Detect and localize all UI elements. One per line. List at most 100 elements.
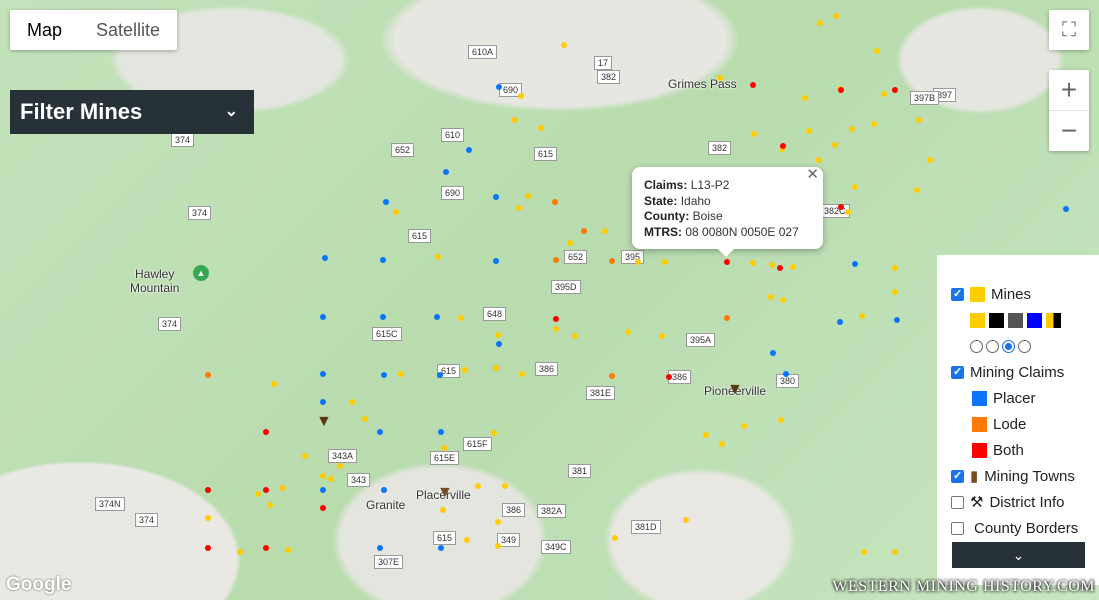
mine-marker[interactable] [320, 399, 326, 405]
map-type-satellite[interactable]: Satellite [79, 10, 177, 50]
mine-marker[interactable] [874, 48, 880, 54]
mine-marker[interactable] [493, 365, 499, 371]
mine-marker[interactable] [495, 332, 501, 338]
mine-marker[interactable] [525, 193, 531, 199]
mine-marker[interactable] [320, 473, 326, 479]
mine-marker[interactable] [635, 259, 641, 265]
mine-marker[interactable] [817, 20, 823, 26]
mine-color-radio-4[interactable] [1018, 339, 1031, 353]
mine-color-radio-2[interactable] [986, 339, 999, 353]
mine-marker[interactable] [892, 289, 898, 295]
mine-marker[interactable] [849, 126, 855, 132]
mine-marker[interactable] [381, 372, 387, 378]
mine-marker[interactable] [724, 259, 730, 265]
mine-marker[interactable] [881, 91, 887, 97]
mine-marker[interactable] [833, 13, 839, 19]
mine-marker[interactable] [892, 265, 898, 271]
mine-marker[interactable] [263, 545, 269, 551]
mine-marker[interactable] [852, 184, 858, 190]
mine-marker[interactable] [612, 535, 618, 541]
mine-marker[interactable] [328, 476, 334, 482]
mine-marker[interactable] [320, 314, 326, 320]
mine-marker[interactable] [838, 204, 844, 210]
mine-marker[interactable] [838, 87, 844, 93]
mine-marker[interactable] [662, 259, 668, 265]
mine-marker[interactable] [769, 262, 775, 268]
claims-checkbox[interactable] [951, 365, 964, 379]
mine-marker[interactable] [518, 93, 524, 99]
mine-marker[interactable] [719, 441, 725, 447]
mine-marker[interactable] [741, 423, 747, 429]
mine-marker[interactable] [435, 254, 441, 260]
mine-marker[interactable] [440, 507, 446, 513]
filter-mines-toggle[interactable]: Filter Mines ⌄ [10, 90, 254, 134]
mine-marker[interactable] [1063, 206, 1069, 212]
mine-marker[interactable] [205, 515, 211, 521]
mine-marker[interactable] [892, 87, 898, 93]
mine-marker[interactable] [516, 205, 522, 211]
mine-marker[interactable] [777, 265, 783, 271]
mine-marker[interactable] [783, 371, 789, 377]
mine-marker[interactable] [683, 517, 689, 523]
mine-marker[interactable] [349, 399, 355, 405]
mine-marker[interactable] [437, 372, 443, 378]
mine-marker[interactable] [491, 430, 497, 436]
mine-marker[interactable] [495, 543, 501, 549]
mine-marker[interactable] [475, 483, 481, 489]
mine-marker[interactable] [916, 117, 922, 123]
mines-checkbox[interactable] [951, 287, 964, 301]
mine-color-radio-3[interactable] [1002, 339, 1015, 353]
mining-town-icon[interactable]: ▼ [437, 484, 453, 502]
mine-marker[interactable] [280, 485, 286, 491]
mine-marker[interactable] [609, 258, 615, 264]
mine-marker[interactable] [802, 95, 808, 101]
mine-marker[interactable] [927, 157, 933, 163]
mine-marker[interactable] [271, 381, 277, 387]
mine-marker[interactable] [561, 42, 567, 48]
mine-marker[interactable] [458, 315, 464, 321]
mine-marker[interactable] [892, 549, 898, 555]
mine-marker[interactable] [625, 329, 631, 335]
mine-marker[interactable] [703, 432, 709, 438]
mine-marker[interactable] [263, 487, 269, 493]
mine-marker[interactable] [780, 297, 786, 303]
mine-marker[interactable] [381, 487, 387, 493]
mine-marker[interactable] [806, 128, 812, 134]
mine-marker[interactable] [751, 131, 757, 137]
mine-marker[interactable] [553, 316, 559, 322]
mine-marker[interactable] [255, 491, 261, 497]
mine-marker[interactable] [914, 187, 920, 193]
mine-marker[interactable] [572, 333, 578, 339]
mine-marker[interactable] [438, 545, 444, 551]
towns-checkbox[interactable] [951, 469, 964, 483]
mine-marker[interactable] [750, 260, 756, 266]
mine-marker[interactable] [894, 317, 900, 323]
mine-marker[interactable] [377, 429, 383, 435]
mine-marker[interactable] [816, 157, 822, 163]
mine-marker[interactable] [659, 333, 665, 339]
mine-marker[interactable] [512, 117, 518, 123]
mine-marker[interactable] [441, 445, 447, 451]
mine-marker[interactable] [495, 519, 501, 525]
legend-expand-button[interactable]: ⌄ [952, 542, 1085, 568]
mine-marker[interactable] [496, 84, 502, 90]
mine-marker[interactable] [778, 417, 784, 423]
mine-marker[interactable] [666, 374, 672, 380]
mine-marker[interactable] [380, 314, 386, 320]
mine-marker[interactable] [837, 319, 843, 325]
mine-marker[interactable] [267, 502, 273, 508]
mine-color-radio-1[interactable] [970, 339, 983, 353]
mine-marker[interactable] [832, 142, 838, 148]
mine-marker[interactable] [205, 545, 211, 551]
mining-town-icon[interactable]: ▼ [316, 413, 332, 431]
mine-marker[interactable] [322, 255, 328, 261]
mine-marker[interactable] [464, 537, 470, 543]
mine-marker[interactable] [602, 228, 608, 234]
mine-marker[interactable] [768, 294, 774, 300]
mine-marker[interactable] [380, 257, 386, 263]
mine-marker[interactable] [443, 169, 449, 175]
mine-marker[interactable] [302, 453, 308, 459]
zoom-out-button[interactable]: − [1049, 110, 1089, 150]
zoom-in-button[interactable]: + [1049, 70, 1089, 110]
mine-marker[interactable] [553, 257, 559, 263]
